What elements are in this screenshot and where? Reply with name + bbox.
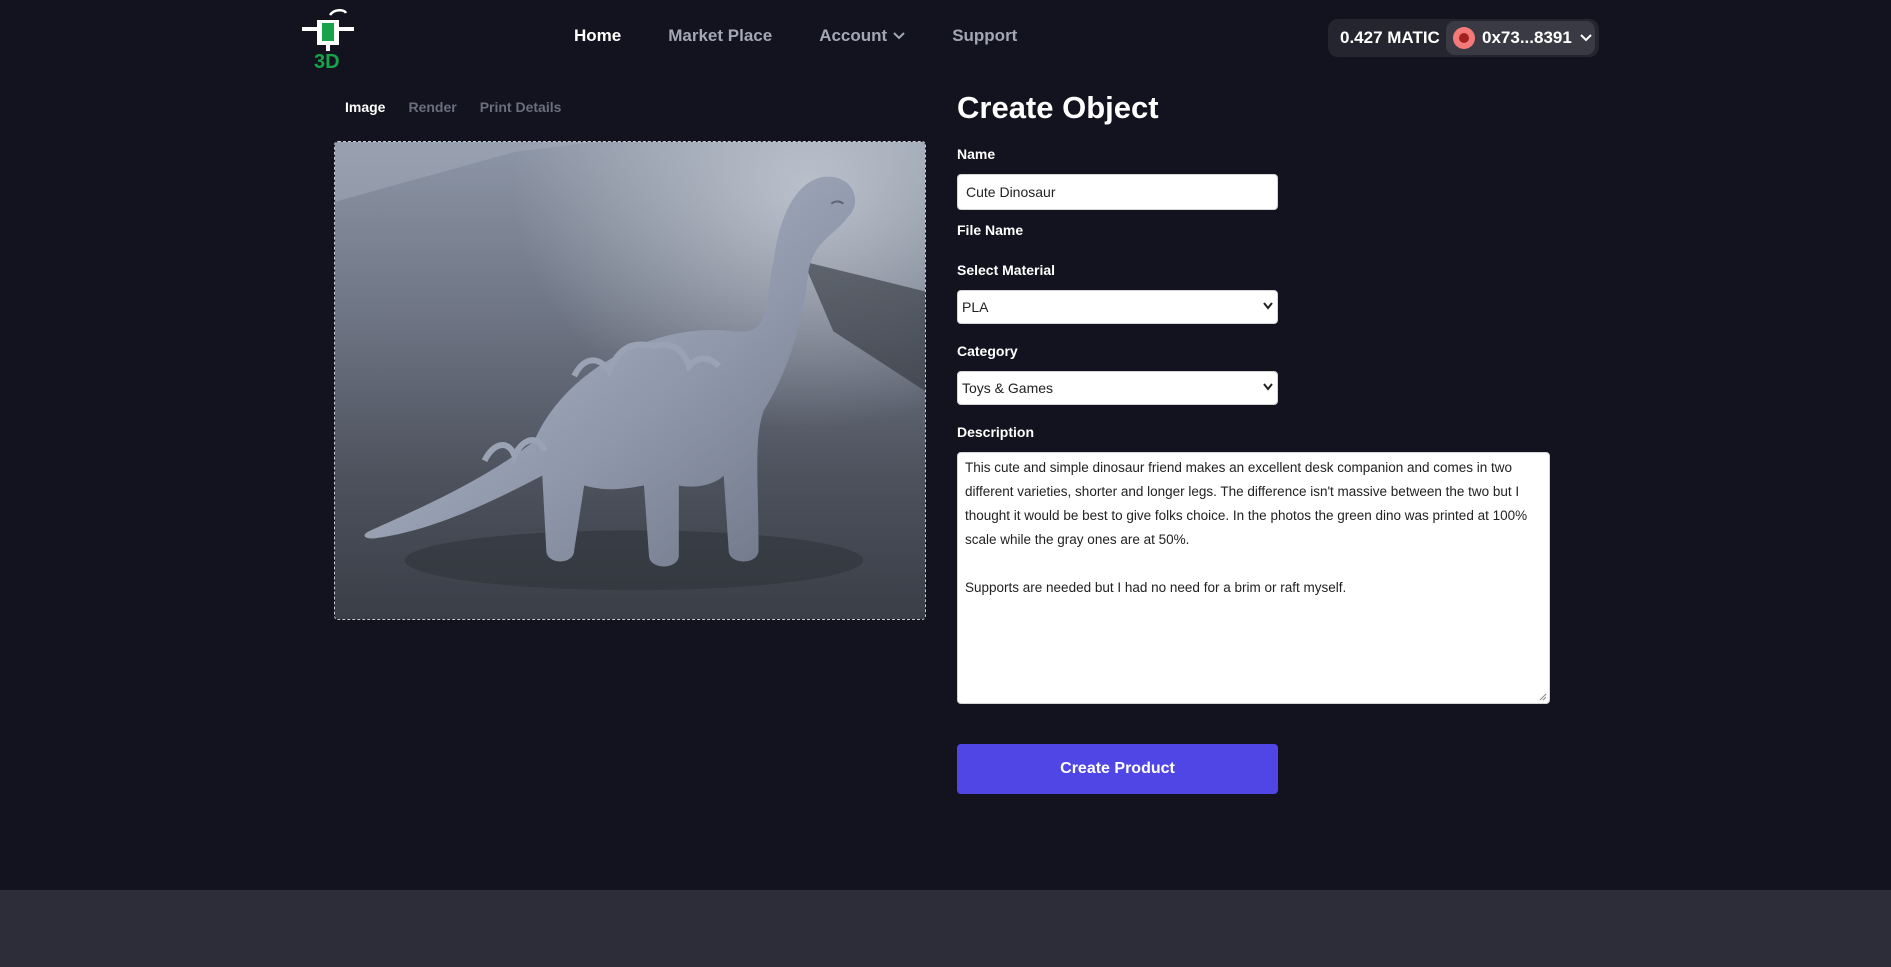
- create-product-button[interactable]: Create Product: [957, 744, 1278, 794]
- wallet-balance: 0.427 MATIC: [1340, 28, 1440, 47]
- resize-handle-icon[interactable]: [1539, 693, 1547, 701]
- nav-market-place-label: Market Place: [668, 26, 773, 45]
- nav-home-label: Home: [574, 26, 622, 45]
- description-paragraph: Supports are needed but I had no need fo…: [965, 580, 1347, 595]
- wallet-address: 0x73...8391: [1482, 28, 1572, 47]
- nav-support[interactable]: Support: [952, 26, 1017, 46]
- image-preview[interactable]: [334, 141, 926, 620]
- chevron-down-icon: [1263, 302, 1273, 310]
- description-textarea[interactable]: This cute and simple dinosaur friend mak…: [957, 452, 1550, 704]
- wallet-widget: 0.427 MATIC 0x73...8391: [1328, 19, 1599, 57]
- dinosaur-photo-icon: [335, 142, 925, 619]
- chevron-down-icon: [893, 32, 905, 40]
- material-label: Select Material: [957, 262, 1056, 278]
- tab-image[interactable]: Image: [345, 99, 385, 115]
- description-label: Description: [957, 424, 1035, 440]
- nav-account[interactable]: Account: [819, 26, 905, 46]
- file-name-label: File Name: [957, 222, 1024, 238]
- account-button[interactable]: 0x73...8391: [1446, 21, 1595, 55]
- preview-tabs: Image Render Print Details: [345, 99, 584, 115]
- material-select-value: PLA: [962, 299, 989, 315]
- tab-render[interactable]: Render: [408, 99, 456, 115]
- 3d-printer-logo-icon[interactable]: 3D: [300, 7, 356, 73]
- category-select-value: Toys & Games: [962, 380, 1054, 396]
- name-label: Name: [957, 146, 996, 162]
- nav-support-label: Support: [952, 26, 1018, 45]
- chevron-down-icon: [1263, 383, 1273, 391]
- category-select[interactable]: Toys & Games: [957, 371, 1278, 405]
- watermelon-icon: [1453, 27, 1475, 49]
- page-title: Create Object: [957, 90, 1159, 125]
- footer: [0, 890, 1891, 967]
- main-nav: Home Market Place Account Support: [574, 26, 1064, 46]
- nav-market-place[interactable]: Market Place: [668, 26, 772, 46]
- nav-account-label: Account: [819, 26, 888, 45]
- category-label: Category: [957, 343, 1018, 359]
- name-input[interactable]: Cute Dinosaur: [957, 174, 1278, 210]
- create-object-page: 3D Home Market Place Account Support 0.4…: [0, 0, 1891, 967]
- description-paragraph: This cute and simple dinosaur friend mak…: [965, 460, 1528, 547]
- chevron-down-icon: [1580, 34, 1592, 42]
- material-select[interactable]: PLA: [957, 290, 1278, 324]
- logo-text: 3D: [314, 51, 340, 69]
- tab-print-details[interactable]: Print Details: [480, 99, 562, 115]
- nav-home[interactable]: Home: [574, 26, 621, 46]
